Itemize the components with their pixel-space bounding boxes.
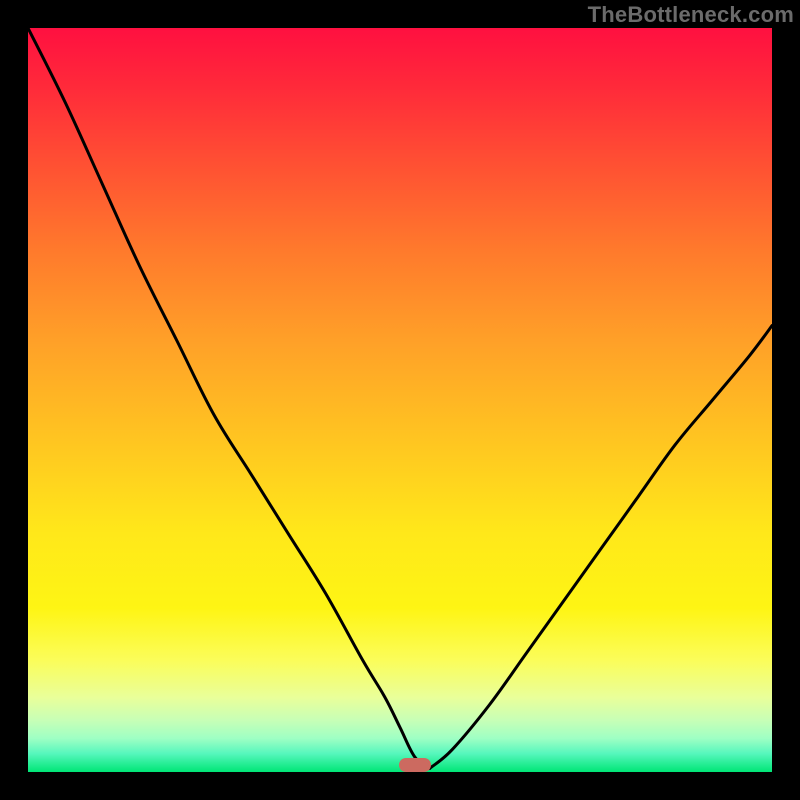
curve-right-branch [430,326,772,769]
curve-left-branch [28,28,430,768]
bottleneck-curve [28,28,772,772]
optimal-point-marker [399,758,431,772]
watermark-text: TheBottleneck.com [588,2,794,28]
chart-frame: TheBottleneck.com [0,0,800,800]
